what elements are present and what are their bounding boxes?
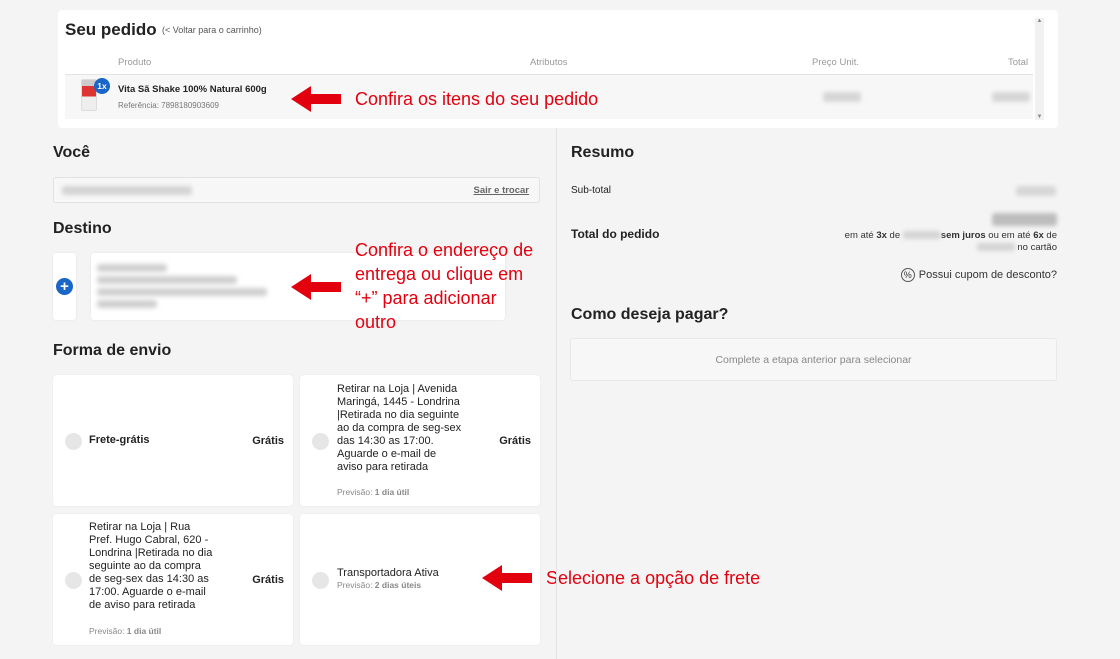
shipping-option-price: Grátis [499, 435, 531, 447]
scroll-down-icon[interactable]: ▼ [1035, 114, 1044, 120]
shipping-radio[interactable] [312, 433, 329, 450]
installments-info: em até 3x de sem juros ou em até 6x de n… [844, 230, 1057, 253]
shipping-option-label: Frete-grátis [89, 434, 150, 446]
shipping-radio[interactable] [312, 572, 329, 589]
annotation-shipping: Selecione a opção de frete [546, 568, 761, 588]
plus-icon[interactable]: + [56, 278, 73, 295]
address-line-blurred [97, 300, 157, 308]
col-header-total: Total [1008, 57, 1029, 68]
shipping-option-eta: Previsão: 2 dias úteis [337, 580, 422, 590]
address-line-blurred [97, 264, 167, 272]
annotation-items: Confira os itens do seu pedido [355, 89, 599, 109]
scrollbar[interactable]: ▲ ▼ [1035, 18, 1044, 120]
shipping-option-price: Grátis [252, 435, 284, 447]
shipping-option-eta: Previsão: 1 dia útil [337, 487, 410, 497]
coupon-percent-icon: % [900, 268, 915, 282]
back-to-cart-link[interactable]: (< Voltar para o carrinho) [162, 25, 262, 35]
shipping-radio[interactable] [65, 572, 82, 589]
col-header-attributes: Atributos [530, 57, 568, 68]
product-reference: Referência: 7898180903609 [118, 101, 219, 110]
shipping-title: Forma de envio [53, 342, 172, 359]
scroll-up-icon[interactable]: ▲ [1035, 18, 1044, 24]
destination-title: Destino [53, 220, 112, 237]
product-name: Vita Sã Shake 100% Natural 600g [118, 84, 267, 95]
subtotal-label: Sub-total [571, 185, 612, 196]
shipping-option-price: Grátis [252, 574, 284, 586]
arrow-left-icon [482, 565, 532, 591]
payment-methods-box: Complete a etapa anterior para seleciona… [570, 338, 1057, 381]
total-label: Total do pedido [571, 227, 660, 241]
col-header-product: Produto [118, 57, 152, 68]
add-address-card[interactable]: + [53, 253, 76, 320]
address-line-blurred [97, 276, 237, 284]
address-line-blurred [97, 288, 267, 296]
logout-link[interactable]: Sair e trocar [474, 185, 529, 196]
email-blurred [62, 186, 192, 195]
payment-placeholder: Complete a etapa anterior para seleciona… [715, 354, 912, 366]
shipping-option-eta: Previsão: 1 dia útil [89, 626, 162, 636]
total-price-blurred [992, 92, 1030, 102]
arrow-left-icon [291, 86, 341, 112]
order-title: Seu pedido [65, 20, 157, 39]
coupon-link[interactable]: % Possui cupom de desconto? [900, 268, 1057, 282]
shipping-option-label: Retirar na Loja | Rua Pref. Hugo Cabral,… [89, 521, 213, 611]
you-title: Você [53, 144, 91, 161]
payment-title: Como deseja pagar? [571, 306, 729, 323]
shipping-radio[interactable] [65, 433, 82, 450]
shipping-option-store-rua[interactable]: Retirar na Loja | Rua Pref. Hugo Cabral,… [53, 514, 293, 645]
subtotal-value-blurred [1016, 186, 1056, 196]
total-value-blurred [992, 213, 1057, 226]
column-divider [556, 128, 557, 659]
quantity-badge: 1x [94, 78, 110, 94]
shipping-option-store-avenida[interactable]: Retirar na Loja | Avenida Maringá, 1445 … [300, 375, 540, 506]
summary-title: Resumo [571, 144, 635, 161]
arrow-left-icon [291, 274, 341, 300]
unit-price-blurred [823, 92, 861, 102]
shipping-option-label: Retirar na Loja | Avenida Maringá, 1445 … [337, 383, 462, 473]
annotation-address: Confira o endereço de entrega ou clique … [355, 240, 534, 332]
shipping-option-label: Transportadora Ativa [337, 567, 439, 579]
email-field: Sair e trocar [53, 177, 540, 203]
col-header-unit-price: Preço Unit. [812, 57, 859, 68]
shipping-option-free[interactable]: Frete-grátis Grátis [53, 375, 293, 506]
